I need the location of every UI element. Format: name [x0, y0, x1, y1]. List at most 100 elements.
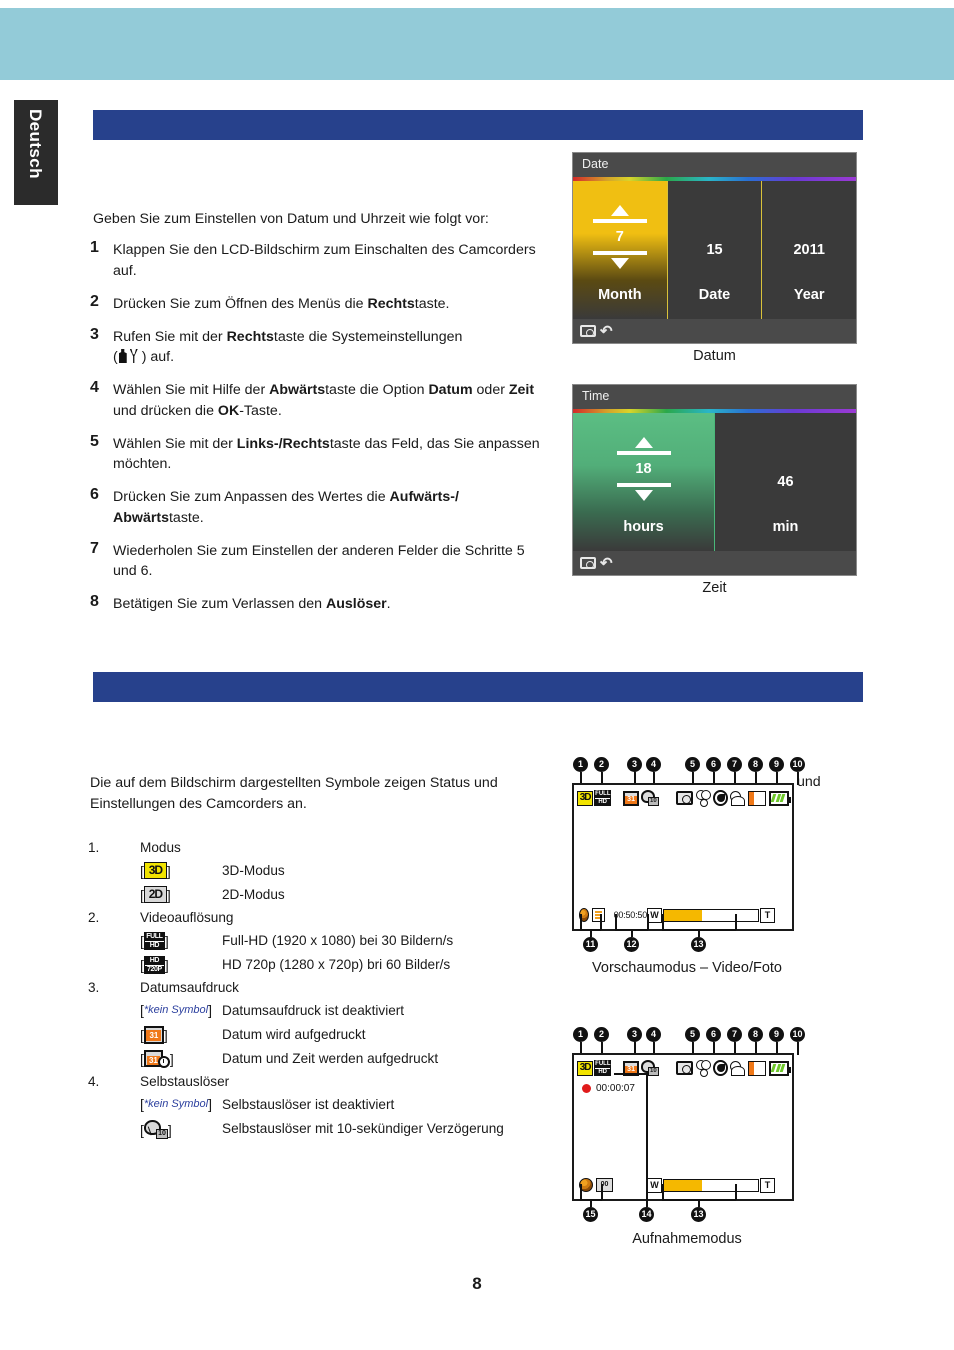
date-setting-screen: Date 7 Month 15 Date 2011 Year ↶ — [572, 152, 857, 344]
list-item: 6 Drücken Sie zum Anpassen des Wertes di… — [90, 486, 550, 528]
legend-group-resolution: 2. Videoauflösung [FULL HD] Full-HD (1920… — [88, 910, 558, 974]
leader-line — [698, 1199, 700, 1207]
leader-line — [735, 1184, 737, 1200]
time-setting-screen: Time 18 hours 46 min ↶ — [572, 384, 857, 576]
leader-line — [631, 929, 633, 937]
time-field-hours[interactable]: 18 hours — [573, 413, 714, 551]
legend-symbol: [10] — [140, 1120, 172, 1139]
legend-group-title: 2. Videoauflösung — [88, 910, 558, 925]
counter-icon: 00 — [596, 1178, 613, 1192]
step-text: Wählen Sie mit Hilfe der Abwärtstaste di… — [113, 382, 535, 419]
list-item: 2 Drücken Sie zum Öffnen des Menüs die R… — [90, 292, 550, 315]
zoom-fill — [664, 1179, 702, 1191]
group-index: 3. — [88, 980, 100, 995]
zoom-slider[interactable]: W T — [647, 1177, 775, 1193]
callout-badge: 14 — [639, 1207, 654, 1222]
camera-shutter-icon[interactable] — [580, 325, 596, 337]
callout-badge: 4 — [646, 757, 661, 772]
no-symbol-note: *kein Symbol — [143, 1098, 209, 1110]
legend-description: Datum und Zeit werden aufgedruckt — [222, 1051, 439, 1066]
field-label: Month — [598, 287, 642, 303]
group-label: Videoauflösung — [140, 910, 234, 925]
list-item: 7 Wiederholen Sie zum Einstellen der and… — [90, 540, 550, 582]
arrow-down-icon[interactable] — [634, 490, 653, 501]
decorative-top-band — [0, 8, 954, 80]
menu-list-icon[interactable] — [592, 908, 605, 922]
leader-line — [600, 914, 602, 930]
step-number: 3 — [90, 325, 99, 343]
date-fields: 7 Month 15 Date 2011 Year — [573, 181, 856, 319]
list-item: 4 Wählen Sie mit Hilfe der Abwärtstaste … — [90, 379, 550, 421]
field-value: 2011 — [793, 242, 825, 258]
group-index: 2. — [88, 910, 100, 925]
time-field-minutes[interactable]: 46 min — [714, 413, 856, 551]
divider-line — [592, 219, 647, 223]
callout-badge: 11 — [583, 937, 598, 952]
field-value: 7 — [615, 229, 624, 245]
record-dot-icon — [582, 1084, 591, 1093]
white-balance-icon — [713, 1060, 728, 1076]
recording-indicator: 00:00:07 — [582, 1083, 635, 1094]
leader-line — [647, 914, 649, 930]
recording-mode-caption: Aufnahmemodus — [632, 1231, 742, 1247]
camera-mode-icon — [675, 791, 693, 805]
group-label: Modus — [140, 840, 181, 855]
no-symbol-note: *kein Symbol — [143, 1004, 209, 1016]
date-screen-caption: Datum — [693, 348, 736, 364]
arrow-up-icon[interactable] — [634, 437, 653, 448]
full-hd-icon: FULL HD — [594, 790, 612, 806]
zoom-track[interactable] — [663, 1178, 759, 1192]
date-field-day[interactable]: 15 Date — [666, 181, 762, 319]
leader-line — [662, 1184, 664, 1200]
return-arrow-icon[interactable]: ↶ — [600, 324, 613, 339]
group-label: Datumsaufdruck — [140, 980, 239, 995]
camera-shutter-icon[interactable] — [580, 557, 596, 569]
list-item: 5 Wählen Sie mit der Links-/Rechtstaste … — [90, 432, 550, 475]
hd-720p-icon: HD 720P — [143, 956, 165, 974]
2d-mode-icon: 2D — [143, 886, 167, 903]
arrow-down-icon[interactable] — [610, 258, 629, 269]
zoom-track[interactable] — [663, 908, 759, 922]
step-text: Klappen Sie den LCD-Bildschirm zum Einsc… — [113, 242, 536, 279]
recording-mode-osd-diagram: 3D FULL HD 31 10 00:00:07 00 W T — [572, 1053, 794, 1201]
arrow-up-icon[interactable] — [610, 205, 629, 216]
leader-line — [698, 929, 700, 937]
callout-badge: 9 — [769, 757, 784, 772]
full-hd-icon: FULL HD — [143, 932, 165, 950]
full-hd-icon: FULL HD — [594, 1060, 612, 1076]
time-screen-caption: Zeit — [702, 580, 727, 596]
date-field-month[interactable]: 7 Month — [573, 181, 667, 319]
divider-line — [616, 483, 671, 487]
step-text: Wiederholen Sie zum Einstellen der ander… — [113, 542, 525, 580]
list-item: [3D] 3D-Modus — [88, 862, 558, 880]
callout-badge: 10 — [790, 1027, 805, 1042]
step-number: 5 — [90, 432, 99, 450]
callout-badge: 6 — [706, 1027, 721, 1042]
3d-mode-icon: 3D — [577, 1060, 594, 1076]
field-label: Date — [698, 287, 731, 303]
zoom-slider[interactable]: W T — [647, 907, 775, 923]
legend-description: Full-HD (1920 x 1080) bei 30 Bildern/s — [222, 933, 454, 948]
time-counter: 00:50:50 — [613, 910, 648, 920]
camera-mode-icon — [675, 1061, 693, 1075]
list-item: [HD 720P] HD 720p (1280 x 720p) bri 60 Bi… — [88, 956, 558, 974]
date-stamp-icon: 31 — [143, 1026, 164, 1044]
macro-flower-icon — [695, 1059, 712, 1077]
self-timer-icon: 10 — [640, 790, 659, 806]
legend-symbol: [*kein Symbol] — [140, 1096, 212, 1112]
divider-line — [592, 251, 647, 255]
osd-bottom-bar: 00 W T — [579, 1176, 787, 1194]
return-arrow-icon[interactable]: ↶ — [600, 556, 613, 571]
step-number: 2 — [90, 292, 99, 310]
callout-badge: 13 — [691, 937, 706, 952]
zoom-wide-label: W — [647, 907, 662, 923]
date-field-year[interactable]: 2011 Year — [761, 181, 856, 319]
leader-line — [590, 929, 592, 937]
list-item: 8 Betätigen Sie zum Verlassen den Auslös… — [90, 593, 550, 615]
list-item: [10] Selbstauslöser mit 10-sekündiger Ve… — [88, 1120, 558, 1139]
step-text: Rufen Sie mit der Rechtstaste die System… — [113, 328, 463, 366]
callout-badge: 1 — [573, 757, 588, 772]
field-label: Year — [793, 287, 825, 303]
datetime-intro-text: Geben Sie zum Einstellen von Datum und U… — [93, 211, 489, 227]
step-text: Betätigen Sie zum Verlassen den Auslöser… — [113, 596, 391, 612]
